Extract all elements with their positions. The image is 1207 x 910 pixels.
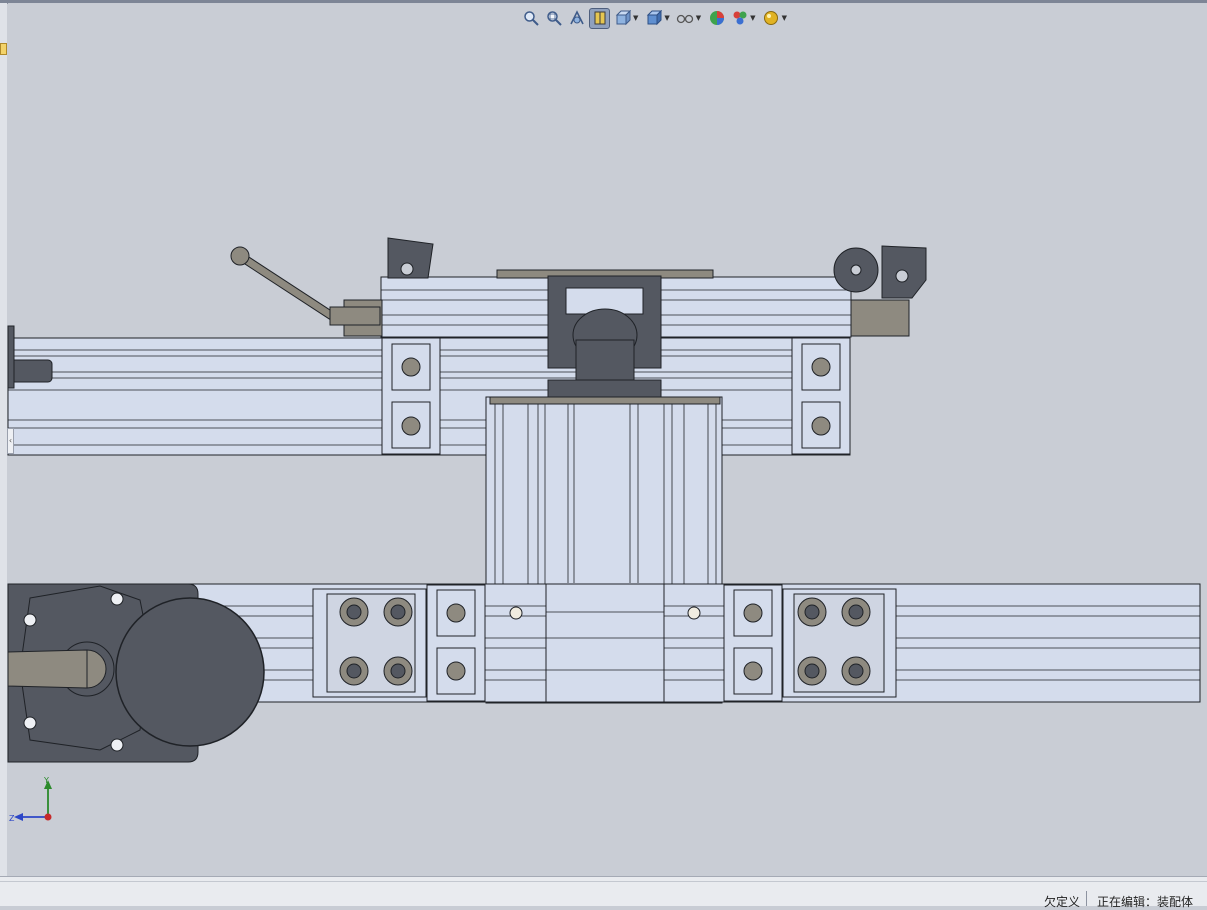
previous-view-icon[interactable]: [566, 8, 587, 29]
roller-carriage-left[interactable]: [312, 588, 427, 698]
view-settings-icon[interactable]: [761, 8, 782, 29]
profile-section-upper-right[interactable]: [791, 337, 851, 455]
apply-scene-dropdown-icon[interactable]: ▼: [750, 14, 755, 22]
rail-end-cap-right[interactable]: [850, 299, 910, 337]
view-orientation-dropdown-icon[interactable]: ▼: [633, 14, 638, 22]
clamp-block-right[interactable]: [833, 245, 927, 299]
roller-carriage-right[interactable]: [782, 588, 897, 698]
apply-scene-icon[interactable]: [729, 8, 750, 29]
view-settings-dropdown-icon[interactable]: ▼: [782, 14, 787, 22]
hide-show-items-icon[interactable]: [675, 8, 696, 29]
reference-triad: Y Z: [9, 776, 52, 823]
drive-motor[interactable]: [7, 583, 265, 763]
view-orientation-icon[interactable]: [612, 8, 633, 29]
display-style-icon[interactable]: [643, 8, 664, 29]
heads-up-view-toolbar: ▼ ▼ ▼ ▼ ▼: [520, 7, 790, 29]
hide-show-dropdown-icon[interactable]: ▼: [696, 14, 701, 22]
status-bar-divider: [0, 881, 1207, 882]
clamp-lever[interactable]: [230, 246, 381, 326]
zoom-to-fit-icon[interactable]: [520, 8, 541, 29]
collapse-panel-handle[interactable]: ‹: [7, 428, 14, 454]
display-style-dropdown-icon[interactable]: ▼: [664, 14, 669, 22]
status-bar: 欠定义 正在编辑：装配体: [0, 876, 1207, 909]
pivot-bracket[interactable]: [547, 275, 662, 399]
profile-section-lower-left[interactable]: [426, 584, 486, 702]
edit-mode-status: 正在编辑：装配体: [1097, 895, 1194, 909]
profile-section-upper-left[interactable]: [381, 337, 441, 455]
zoom-to-area-icon[interactable]: [543, 8, 564, 29]
edit-appearance-icon[interactable]: [706, 8, 727, 29]
status-separator: [1086, 891, 1087, 906]
constraint-status: 欠定义: [1044, 895, 1081, 909]
clamp-block-left[interactable]: [387, 237, 434, 279]
triad-z-label: Z: [9, 814, 15, 823]
triad-y-label: Y: [43, 776, 49, 785]
lower-profile-beam[interactable]: [149, 583, 1201, 703]
section-view-icon[interactable]: [589, 7, 610, 29]
assembly-model-view[interactable]: [0, 0, 1207, 876]
profile-section-lower-right[interactable]: [723, 584, 783, 702]
